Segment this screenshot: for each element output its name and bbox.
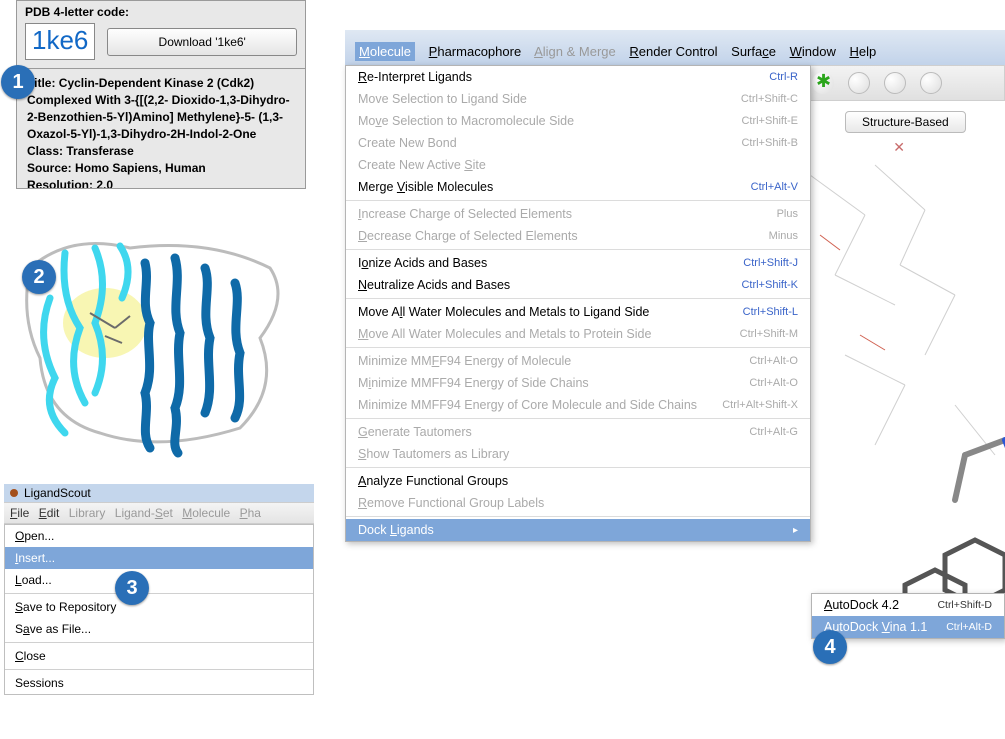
file-menu-dropdown: Open... Insert... Load... Save to Reposi…	[4, 524, 314, 695]
dock-ligands-submenu: AutoDock 4.2Ctrl+Shift-DAutoDock Vina 1.…	[811, 593, 1005, 639]
menu-align-merge[interactable]: Align & Merge	[534, 44, 616, 59]
pdb-code-input[interactable]: 1ke6	[25, 23, 95, 60]
pdb-source: Homo Sapiens, Human	[75, 161, 206, 175]
menu-render-control[interactable]: Render Control	[629, 44, 717, 59]
file-close[interactable]: Close	[5, 645, 313, 667]
menu-item: Create New Active Site	[346, 154, 810, 176]
pdb-download-panel: PDB 4-letter code: 1ke6 Download '1ke6' …	[16, 0, 306, 189]
pdb-source-label: Source:	[27, 161, 72, 175]
menu-item[interactable]: Merge Visible MoleculesCtrl+Alt-V	[346, 176, 810, 198]
menu-item: Generate TautomersCtrl+Alt-G	[346, 421, 810, 443]
pdb-details-box: Title: Cyclin-Dependent Kinase 2 (Cdk2) …	[17, 68, 305, 188]
menu-item: Move Selection to Ligand SideCtrl+Shift-…	[346, 88, 810, 110]
app-main-pane: Molecule Pharmacophore Align & Merge Ren…	[345, 30, 1005, 685]
toolbar-icon-3[interactable]	[920, 72, 942, 94]
menu-ligand-set[interactable]: Ligand-Set	[115, 506, 173, 520]
pdb-class-label: Class:	[27, 144, 63, 158]
ligandscout-window: LigandScout File Edit Library Ligand-Set…	[4, 484, 314, 695]
menu-library[interactable]: Library	[69, 506, 106, 520]
file-sessions[interactable]: Sessions	[5, 672, 313, 694]
menu-item: Show Tautomers as Library	[346, 443, 810, 465]
pdb-class: Transferase	[66, 144, 133, 158]
toolbar-icon-2[interactable]	[884, 72, 906, 94]
menu-item: Create New BondCtrl+Shift-B	[346, 132, 810, 154]
menu-window[interactable]: Window	[790, 44, 836, 59]
step-badge-1: 1	[1, 65, 35, 99]
menu-item: Decrease Charge of Selected ElementsMinu…	[346, 225, 810, 247]
pdb-res-label: Resolution:	[27, 178, 93, 188]
pdb-code-label: PDB 4-letter code:	[17, 1, 305, 23]
protein-structure-view	[10, 228, 310, 463]
structure-based-tab[interactable]: Structure-Based	[845, 111, 966, 133]
menu-pharmacophore[interactable]: Pharmacophore	[429, 44, 522, 59]
menu-item[interactable]: Move All Water Molecules and Metals to L…	[346, 301, 810, 323]
pdb-title: Cyclin-Dependent Kinase 2 (Cdk2) Complex…	[27, 76, 290, 141]
molecule-menu: Re-Interpret LigandsCtrl-RMove Selection…	[345, 65, 811, 542]
menu-item[interactable]: Analyze Functional Groups	[346, 470, 810, 492]
menu-item: Move Selection to Macromolecule SideCtrl…	[346, 110, 810, 132]
download-button[interactable]: Download '1ke6'	[107, 28, 297, 56]
menu-edit[interactable]: Edit	[39, 506, 60, 520]
app-icon	[10, 489, 18, 497]
menu-help[interactable]: Help	[849, 44, 876, 59]
menu-molecule-open[interactable]: Molecule	[355, 42, 415, 61]
window-titlebar: LigandScout	[4, 484, 314, 502]
file-insert[interactable]: Insert...	[5, 547, 313, 569]
menu-item[interactable]: Dock Ligands▸	[346, 519, 810, 541]
menu-surface[interactable]: Surface	[731, 44, 776, 59]
menu-item: Minimize MMFF94 Energy of Side ChainsCtr…	[346, 372, 810, 394]
menu-item: Minimize MMFF94 Energy of MoleculeCtrl+A…	[346, 350, 810, 372]
toolbar-icon-1[interactable]	[848, 72, 870, 94]
menu-item: Move All Water Molecules and Metals to P…	[346, 323, 810, 345]
menu-molecule[interactable]: Molecule	[182, 506, 230, 520]
menu-bar[interactable]: File Edit Library Ligand-Set Molecule Ph…	[4, 502, 314, 524]
submenu-item[interactable]: AutoDock 4.2Ctrl+Shift-D	[812, 594, 1004, 616]
menu-pha[interactable]: Pha	[240, 506, 261, 520]
menu-item[interactable]: Ionize Acids and BasesCtrl+Shift-J	[346, 252, 810, 274]
menu-item: Remove Functional Group Labels	[346, 492, 810, 514]
window-title: LigandScout	[24, 486, 91, 500]
menu-item: Increase Charge of Selected ElementsPlus	[346, 203, 810, 225]
file-save-repository[interactable]: Save to Repository	[5, 596, 313, 618]
close-icon[interactable]: ✕	[893, 139, 905, 156]
menu-file[interactable]: File	[10, 506, 29, 520]
pdb-res: 2.0	[96, 178, 113, 188]
app-menu-bar[interactable]: Molecule Pharmacophore Align & Merge Ren…	[345, 30, 1005, 65]
step-badge-2: 2	[22, 260, 56, 294]
file-save-as-file[interactable]: Save as File...	[5, 618, 313, 640]
menu-item: Minimize MMFF94 Energy of Core Molecule …	[346, 394, 810, 416]
file-load[interactable]: Load...	[5, 569, 313, 591]
highlight-icon[interactable]	[812, 72, 834, 94]
menu-item[interactable]: Re-Interpret LigandsCtrl-R	[346, 66, 810, 88]
toolbar	[805, 65, 1005, 101]
step-badge-3: 3	[115, 571, 149, 605]
file-open[interactable]: Open...	[5, 525, 313, 547]
step-badge-4: 4	[813, 630, 847, 664]
menu-item[interactable]: Neutralize Acids and BasesCtrl+Shift-K	[346, 274, 810, 296]
